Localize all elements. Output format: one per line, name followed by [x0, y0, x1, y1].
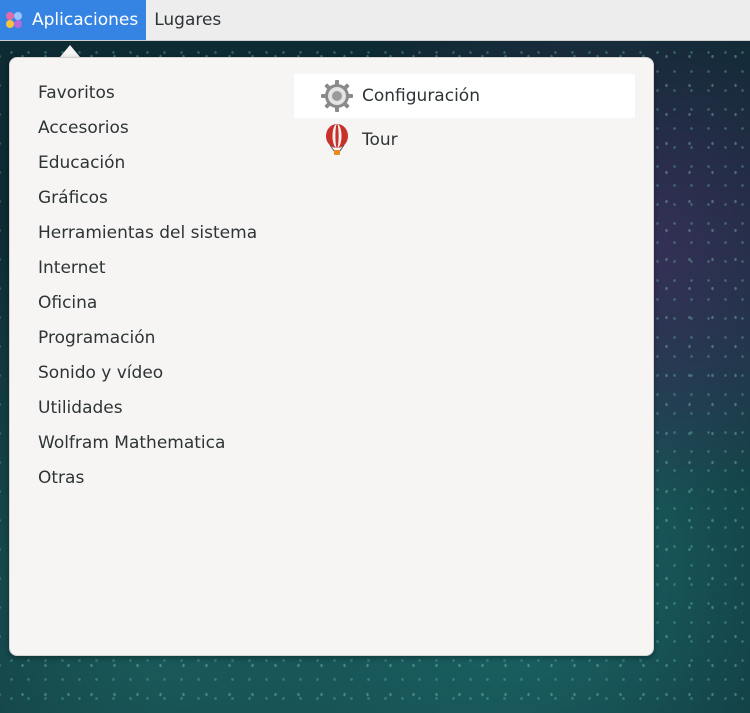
top-bar: Aplicaciones Lugares [0, 0, 750, 41]
category-graficos[interactable]: Gráficos [38, 185, 257, 220]
category-sonido-y-video[interactable]: Sonido y vídeo [38, 360, 257, 395]
category-label: Favoritos [38, 83, 115, 103]
menu-pointer [60, 45, 80, 57]
category-herramientas-del-sistema[interactable]: Herramientas del sistema [38, 220, 257, 255]
category-label: Utilidades [38, 398, 123, 418]
category-label: Otras [38, 468, 85, 488]
applications-label: Aplicaciones [32, 10, 139, 30]
category-label: Wolfram Mathematica [38, 433, 226, 453]
category-label: Herramientas del sistema [38, 223, 258, 243]
category-label: Gráficos [38, 188, 108, 208]
app-list: Configuración Tour [294, 74, 635, 162]
category-label: Educación [38, 153, 126, 173]
applications-menu: Favoritos Accesorios Educación Gráficos … [9, 57, 654, 656]
category-educacion[interactable]: Educación [38, 150, 257, 185]
app-item-configuracion[interactable]: Configuración [294, 74, 635, 118]
app-label: Tour [362, 130, 398, 150]
category-wolfram-mathematica[interactable]: Wolfram Mathematica [38, 430, 257, 465]
category-label: Internet [38, 258, 106, 278]
category-accesorios[interactable]: Accesorios [38, 115, 257, 150]
app-item-tour[interactable]: Tour [294, 118, 635, 162]
places-label: Lugares [154, 10, 222, 30]
category-oficina[interactable]: Oficina [38, 290, 257, 325]
category-label: Sonido y vídeo [38, 363, 164, 383]
applications-icon [6, 12, 22, 28]
applications-menu-button[interactable]: Aplicaciones [0, 0, 147, 40]
app-label: Configuración [362, 86, 480, 106]
category-utilidades[interactable]: Utilidades [38, 395, 257, 430]
category-label: Accesorios [38, 118, 129, 138]
gear-icon [320, 79, 354, 113]
category-label: Programación [38, 328, 156, 348]
category-otras[interactable]: Otras [38, 465, 257, 500]
category-programacion[interactable]: Programación [38, 325, 257, 360]
category-internet[interactable]: Internet [38, 255, 257, 290]
places-menu-button[interactable]: Lugares [146, 0, 229, 40]
category-label: Oficina [38, 293, 98, 313]
category-list: Favoritos Accesorios Educación Gráficos … [38, 80, 257, 500]
category-favoritos[interactable]: Favoritos [38, 80, 257, 115]
balloon-icon [320, 123, 354, 157]
